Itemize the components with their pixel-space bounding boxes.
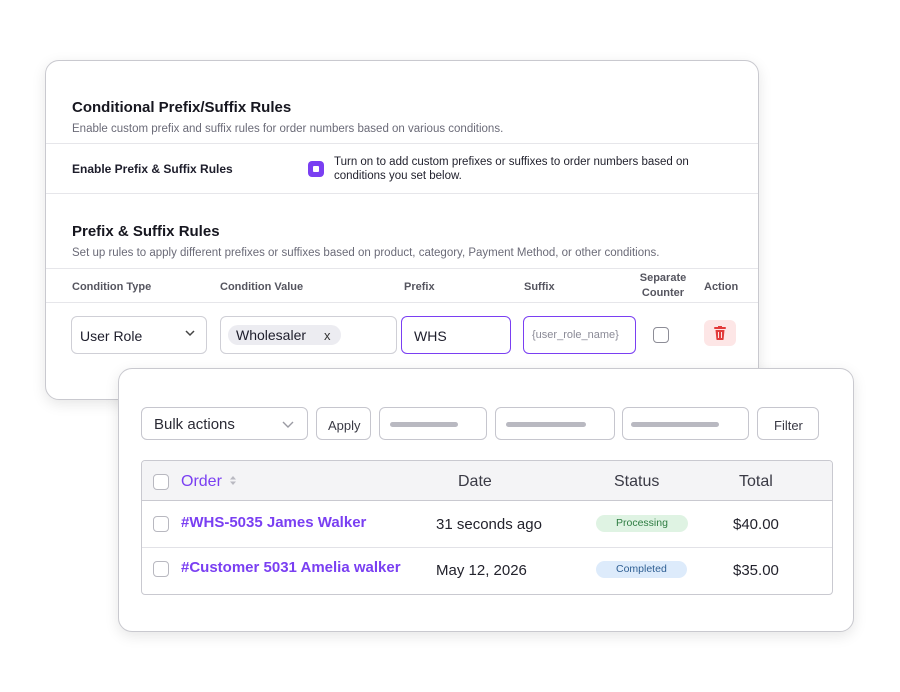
checkbox-check-icon [313, 166, 319, 172]
divider [46, 143, 758, 144]
col-suffix: Suffix [524, 281, 555, 293]
filter-label: Filter [774, 418, 803, 433]
prefix-input[interactable]: WHS [401, 316, 511, 354]
table-row: #Customer 5031 Amelia walker May 12, 202… [142, 547, 832, 593]
col-prefix: Prefix [404, 281, 435, 293]
enable-rules-label: Enable Prefix & Suffix Rules [72, 162, 233, 176]
condition-value-chip: Wholesaler x [228, 325, 341, 345]
separate-counter-checkbox[interactable] [653, 327, 669, 343]
condition-value-input[interactable]: Wholesaler x [220, 316, 397, 354]
header-date: Date [458, 473, 492, 490]
filter-field-2[interactable] [495, 407, 615, 440]
status-badge: Completed [596, 561, 687, 578]
suffix-placeholder: {user_role_name} [532, 329, 619, 341]
filter-field-1[interactable] [379, 407, 487, 440]
placeholder-bar [506, 422, 586, 427]
order-link[interactable]: #Customer 5031 Amelia walker [181, 559, 401, 576]
sort-icon[interactable] [226, 473, 237, 490]
placeholder-bar [390, 422, 458, 427]
conditional-rules-title: Conditional Prefix/Suffix Rules [72, 99, 292, 116]
header-total: Total [739, 473, 773, 490]
header-status: Status [614, 473, 660, 490]
select-all-checkbox[interactable] [153, 474, 169, 490]
status-badge: Processing [596, 515, 688, 532]
filter-field-3[interactable] [622, 407, 749, 440]
prefix-suffix-title: Prefix & Suffix Rules [72, 223, 220, 240]
prefix-suffix-description: Set up rules to apply different prefixes… [72, 247, 660, 259]
row-checkbox[interactable] [153, 561, 169, 577]
condition-type-select[interactable]: User Role [71, 316, 207, 354]
chip-remove-icon[interactable]: x [324, 328, 331, 343]
header-order[interactable]: Order [181, 473, 237, 491]
divider [46, 268, 758, 269]
col-separate-counter-line1: Separate [639, 272, 687, 284]
order-total: $40.00 [733, 516, 779, 533]
delete-rule-button[interactable] [704, 320, 736, 346]
col-condition-type: Condition Type [72, 281, 152, 293]
placeholder-bar [631, 422, 719, 427]
order-date: 31 seconds ago [436, 516, 542, 533]
col-condition-value: Condition Value [220, 281, 304, 293]
apply-label: Apply [328, 418, 361, 433]
settings-card: Conditional Prefix/Suffix Rules Enable c… [45, 60, 759, 400]
divider [46, 193, 758, 194]
table-header: Order Date Status Total [142, 461, 832, 501]
col-separate-counter-line2: Counter [641, 287, 685, 299]
prefix-value: WHS [414, 328, 447, 344]
chip-label: Wholesaler [236, 327, 307, 343]
divider [46, 302, 758, 303]
suffix-input[interactable]: {user_role_name} [523, 316, 636, 354]
conditional-rules-description: Enable custom prefix and suffix rules fo… [72, 123, 504, 135]
enable-rules-help: Turn on to add custom prefixes or suffix… [334, 156, 689, 182]
col-action: Action [704, 281, 739, 293]
orders-card: Bulk actions Apply Filter Order Date Sta… [118, 368, 854, 632]
order-date: May 12, 2026 [436, 562, 527, 579]
row-checkbox[interactable] [153, 516, 169, 532]
condition-type-value: User Role [80, 328, 143, 344]
orders-table: Order Date Status Total #WHS-5035 James … [141, 460, 833, 595]
order-total: $35.00 [733, 562, 779, 579]
chevron-down-icon [184, 326, 196, 342]
filter-button[interactable]: Filter [757, 407, 819, 440]
trash-icon [714, 326, 726, 340]
col-separate-counter: Separate Counter [638, 271, 688, 301]
apply-button[interactable]: Apply [316, 407, 371, 440]
table-row: #WHS-5035 James Walker 31 seconds ago Pr… [142, 501, 832, 548]
chevron-down-icon [281, 417, 295, 436]
enable-rules-checkbox[interactable] [308, 161, 324, 177]
order-link[interactable]: #WHS-5035 James Walker [181, 514, 366, 531]
header-order-label: Order [181, 473, 222, 490]
bulk-actions-label: Bulk actions [154, 416, 235, 433]
bulk-actions-select[interactable]: Bulk actions [141, 407, 308, 440]
